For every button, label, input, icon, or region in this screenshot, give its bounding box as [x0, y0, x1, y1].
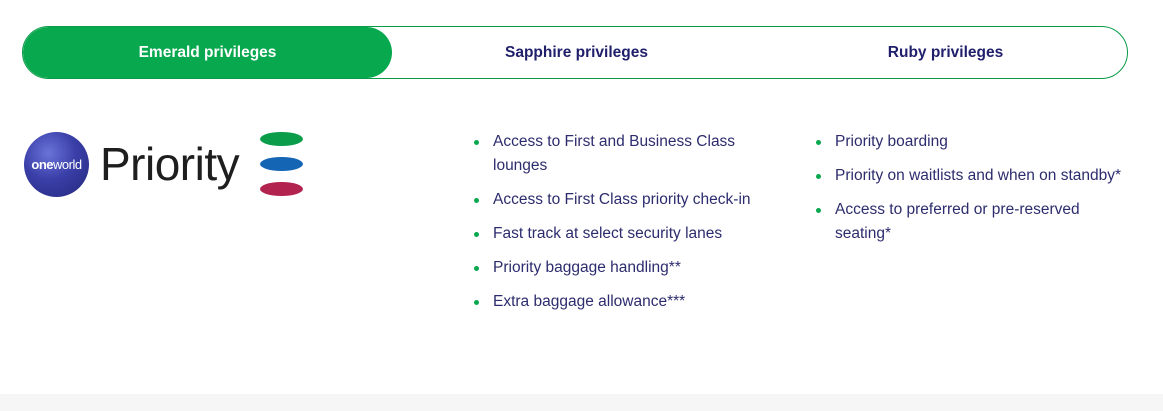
tab-emerald-privileges[interactable]: Emerald privileges [23, 27, 392, 78]
blue-bar [260, 157, 303, 171]
list-item: Access to First Class priority check-in [474, 188, 764, 212]
badge-text-bold: one [31, 157, 54, 172]
privileges-list-left: Access to First and Business Class loung… [474, 130, 764, 324]
list-item: Access to First and Business Class loung… [474, 130, 764, 178]
badge-text-regular: world [53, 157, 82, 172]
privileges-list-right: Priority boarding Priority on waitlists … [816, 130, 1136, 256]
tab-sapphire-privileges[interactable]: Sapphire privileges [392, 27, 761, 78]
privilege-tabs: Emerald privileges Sapphire privileges R… [22, 26, 1128, 79]
list-item: Priority boarding [816, 130, 1136, 154]
list-item: Access to preferred or pre-reserved seat… [816, 198, 1136, 246]
oneworld-badge-icon: one world [24, 132, 89, 197]
priority-wordmark: Priority [100, 138, 240, 190]
page: Emerald privileges Sapphire privileges R… [0, 0, 1163, 411]
tab-ruby-privileges[interactable]: Ruby privileges [761, 27, 1127, 78]
list-item: Priority baggage handling** [474, 256, 764, 280]
green-bar [260, 132, 303, 146]
red-bar [260, 182, 303, 196]
priority-bars-icon [260, 132, 304, 198]
oneworld-priority-logo: one world Priority [24, 132, 314, 202]
list-item: Extra baggage allowance*** [474, 290, 764, 314]
list-item: Priority on waitlists and when on standb… [816, 164, 1136, 188]
footer-band [0, 394, 1163, 411]
list-item: Fast track at select security lanes [474, 222, 764, 246]
